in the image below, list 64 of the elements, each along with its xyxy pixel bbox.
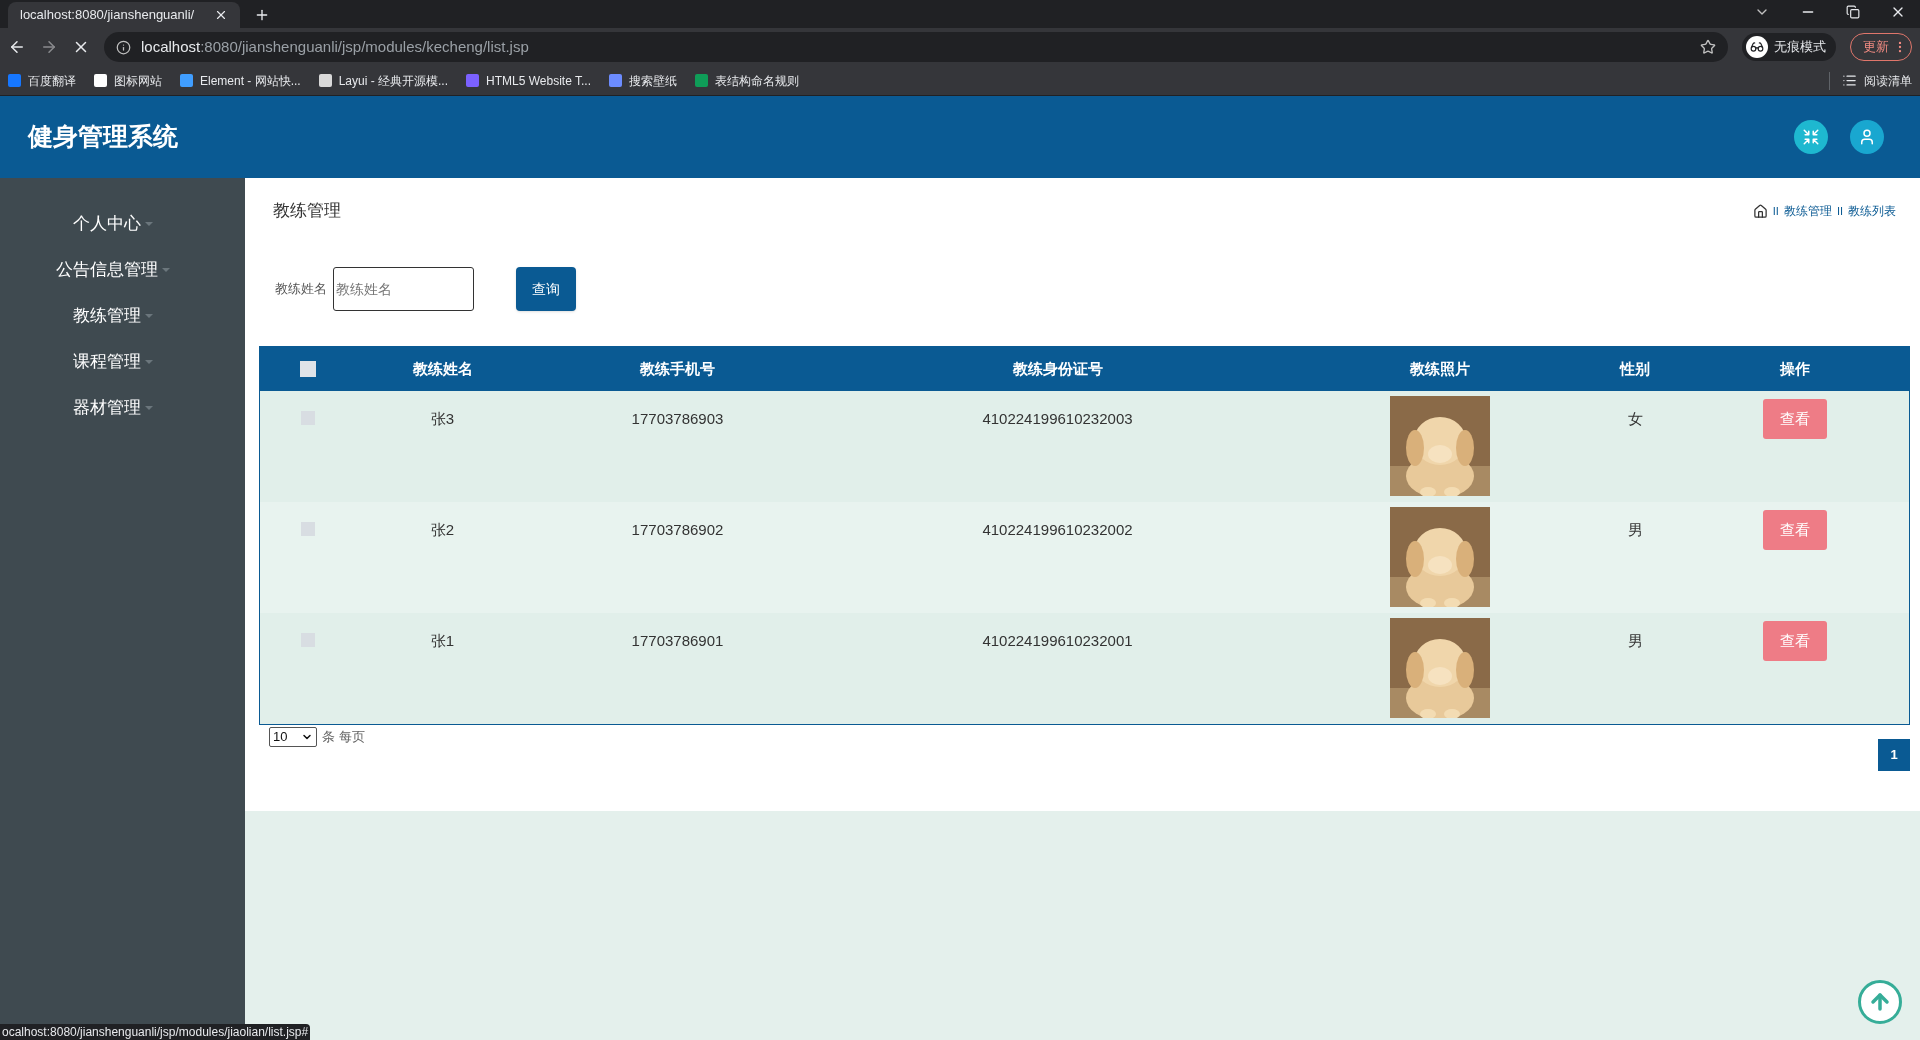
column-header: 操作 (1779, 358, 1810, 379)
sidebar-item[interactable]: 课程管理 (72, 350, 153, 374)
address-bar[interactable]: localhost:8080/jianshenguanli/jsp/modules/kecheng/list.jsp (104, 32, 1728, 62)
breadcrumb-separator: II (1772, 203, 1779, 219)
breadcrumb-link[interactable]: 教练列表 (1848, 202, 1896, 220)
bookmark-item[interactable]: 搜索壁纸 (609, 71, 677, 90)
bookmark-item[interactable]: 图标网站 (94, 71, 162, 90)
table-cell-text: 女 (1627, 409, 1643, 429)
back-to-top-button[interactable] (1858, 980, 1902, 1024)
table-cell-text: 男 (1627, 520, 1643, 540)
table-cell-text: 410224199610232002 (982, 520, 1133, 540)
column-header: 性别 (1620, 358, 1650, 379)
checkbox[interactable] (299, 361, 316, 377)
table-cell-text: 410224199610232003 (982, 409, 1133, 429)
column-header: 教练身份证号 (1012, 358, 1103, 379)
sidebar-item[interactable]: 器材管理 (72, 396, 153, 420)
page-size-select[interactable]: 10 (269, 727, 317, 747)
bookmark-item[interactable]: Layui - 经典开源模... (318, 71, 449, 90)
user-button[interactable] (1850, 120, 1884, 154)
new-tab-icon[interactable] (254, 7, 270, 23)
info-icon[interactable] (116, 39, 131, 55)
browser-tab[interactable]: localhost:8080/jianshenguanli/ (8, 2, 240, 28)
back-icon[interactable] (8, 38, 26, 56)
table-cell-text: 张3 (430, 409, 455, 429)
query-button[interactable]: 查询 (516, 267, 576, 311)
arrows-icon (1802, 128, 1820, 146)
column-header: 教练照片 (1410, 358, 1470, 379)
table-cell-text: 男 (1627, 631, 1643, 651)
list-icon (1842, 73, 1857, 88)
fullscreen-button[interactable] (1794, 120, 1828, 154)
page-button[interactable]: 1 (1878, 739, 1910, 771)
breadcrumb-separator: II (1836, 203, 1843, 219)
page-title: 教练管理 (273, 200, 341, 223)
breadcrumb-link[interactable]: 教练管理 (1783, 202, 1832, 220)
bookmark-item[interactable]: HTML5 Website T... (466, 71, 591, 90)
bookmark-item[interactable]: 百度翻译 (8, 71, 76, 90)
bookmark-item[interactable]: Element - 网站快... (180, 71, 301, 90)
forward-icon[interactable] (40, 38, 58, 56)
restore-icon[interactable] (1846, 5, 1860, 19)
table-cell-text: 张2 (430, 520, 455, 540)
sidebar-item[interactable]: 公告信息管理 (55, 258, 170, 282)
page-size-label: 条 每页 (322, 728, 365, 746)
close-icon[interactable] (214, 8, 228, 22)
status-url: ocalhost:8080/jianshenguanli/jsp/modules/jiaolian/list.jsp# (0, 1024, 311, 1040)
reading-list-button[interactable]: 阅读清单 (1829, 71, 1912, 90)
user-icon (1858, 128, 1876, 146)
star-icon[interactable] (1700, 39, 1716, 55)
tab-title: localhost:8080/jianshenguanli/ (20, 6, 196, 25)
bookmark-item[interactable]: 表结构命名规则 (695, 71, 799, 90)
column-header: 教练姓名 (412, 358, 473, 379)
table-cell-text: 17703786903 (631, 409, 724, 429)
name-input[interactable]: 教练姓名 (333, 267, 474, 311)
field-label: 教练姓名 (275, 280, 327, 299)
column-header: 教练手机号 (640, 358, 715, 379)
sidebar-item[interactable]: 个人中心 (72, 212, 153, 236)
table-cell-text: 张1 (430, 631, 455, 651)
profile-chip[interactable]: 无痕模式 (1742, 33, 1836, 61)
table-cell-text: 410224199610232001 (982, 631, 1133, 651)
table-cell-text: 17703786902 (631, 520, 724, 540)
app-title: 健身管理系统 (28, 121, 178, 153)
sidebar-item[interactable]: 教练管理 (72, 304, 153, 328)
address-text: localhost:8080/jianshenguanli/jsp/modules/kecheng/list.jsp (141, 36, 529, 57)
home-icon[interactable] (1752, 203, 1768, 219)
table-cell-text: 17703786901 (631, 631, 724, 651)
